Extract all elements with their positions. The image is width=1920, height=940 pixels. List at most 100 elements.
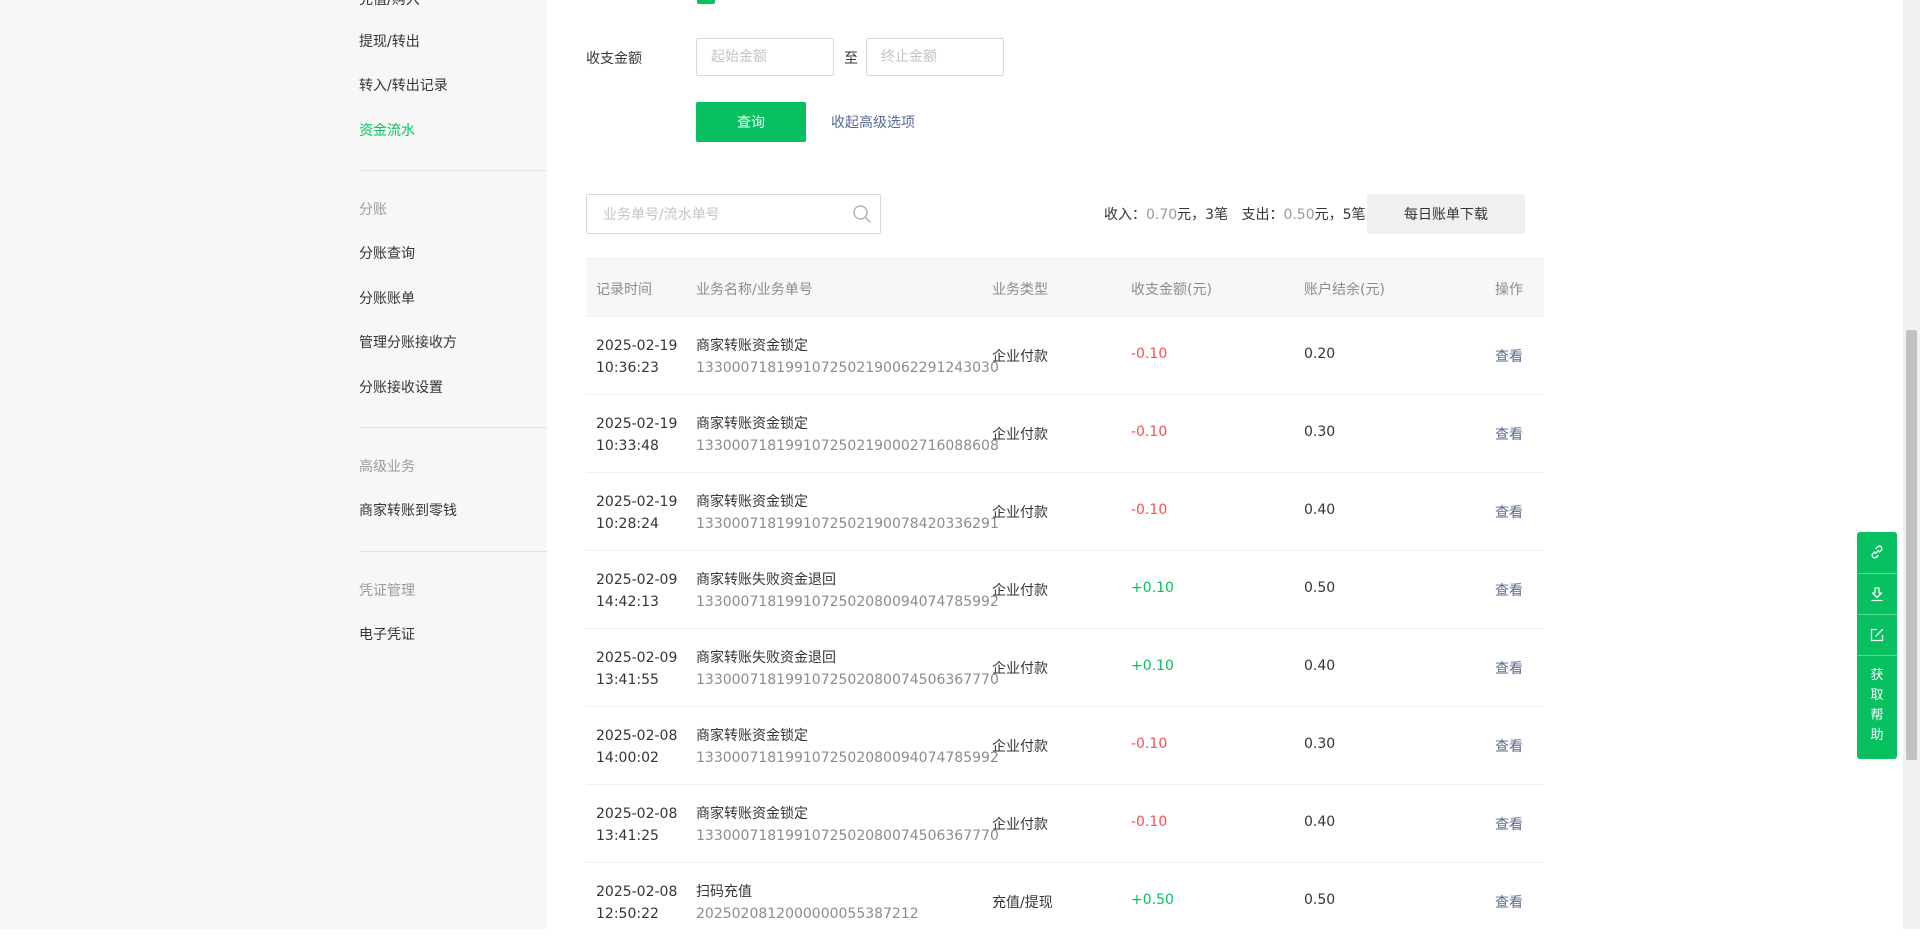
balance: 0.30 bbox=[1304, 424, 1336, 440]
business-info: 扫码充值 2025020812000000055387212 bbox=[696, 881, 919, 925]
header-record-time: 记录时间 bbox=[596, 282, 652, 298]
sidebar: 充值/购入 提现/转出 转入/转出记录 资金流水 分账 分账查询 分账账单 管理… bbox=[0, 0, 547, 929]
business-info: 商家转账资金锁定 13300071819910725021900027160886… bbox=[696, 413, 999, 457]
business-type: 企业付款 bbox=[992, 817, 1048, 833]
sidebar-item-transfer-records[interactable]: 转入/转出记录 bbox=[359, 76, 448, 96]
amount: -0.10 bbox=[1131, 346, 1168, 362]
record-date: 2025-02-08 bbox=[596, 806, 678, 822]
view-link[interactable]: 查看 bbox=[1495, 424, 1523, 444]
amount: +0.50 bbox=[1131, 892, 1174, 908]
record-clock: 10:28:24 bbox=[596, 516, 659, 532]
sidebar-group-voucher: 凭证管理 bbox=[359, 583, 415, 599]
amount: -0.10 bbox=[1131, 502, 1168, 518]
record-time: 2025-02-19 10:33:48 bbox=[596, 413, 677, 457]
help-char: 取 bbox=[1870, 688, 1884, 703]
query-button[interactable]: 查询 bbox=[696, 102, 806, 142]
sidebar-item-fund-flow[interactable]: 资金流水 bbox=[359, 121, 415, 141]
table-row: 2025-02-08 12:50:22 扫码充值 20250208120000000… bbox=[586, 863, 1544, 940]
sidebar-item-recharge[interactable]: 充值/购入 bbox=[359, 0, 420, 10]
sidebar-item-merchant-transfer[interactable]: 商家转账到零钱 bbox=[359, 501, 457, 521]
sidebar-item-e-voucher[interactable]: 电子凭证 bbox=[359, 625, 415, 645]
business-number: 1330007181991072502080074506367770 bbox=[696, 828, 999, 844]
amount: -0.10 bbox=[1131, 814, 1168, 830]
business-name: 商家转账资金锁定 bbox=[696, 494, 808, 510]
record-time: 2025-02-19 10:28:24 bbox=[596, 491, 677, 535]
search-input[interactable] bbox=[601, 195, 845, 235]
table-row: 2025-02-09 14:42:13 商家转账失败资金退回 13300071819… bbox=[586, 551, 1544, 629]
business-number: 1330007181991072502190078420336291 bbox=[696, 516, 999, 532]
checkbox[interactable] bbox=[697, 0, 715, 4]
business-type: 企业付款 bbox=[992, 661, 1048, 677]
download-button[interactable] bbox=[1857, 574, 1897, 614]
header-balance: 账户结余(元) bbox=[1304, 282, 1385, 298]
record-clock: 14:42:13 bbox=[596, 594, 659, 610]
search-icon[interactable] bbox=[852, 204, 872, 224]
header-amount: 收支金额(元) bbox=[1131, 282, 1212, 298]
sidebar-group-fenzhang: 分账 bbox=[359, 202, 387, 218]
income-label: 收入： bbox=[1104, 207, 1146, 223]
view-link[interactable]: 查看 bbox=[1495, 736, 1523, 756]
floating-toolbar: 获 取 帮 助 bbox=[1857, 532, 1897, 759]
balance: 0.40 bbox=[1304, 814, 1336, 830]
business-number: 1330007181991072502190062291243030 bbox=[696, 360, 999, 376]
business-name: 商家转账资金锁定 bbox=[696, 728, 808, 744]
sidebar-group-advanced: 高级业务 bbox=[359, 459, 415, 475]
table-row: 2025-02-08 14:00:02 商家转账资金锁定 1330007181991… bbox=[586, 707, 1544, 785]
business-info: 商家转账资金锁定 13300071819910725020800745063677… bbox=[696, 803, 999, 847]
sidebar-item-withdraw[interactable]: 提现/转出 bbox=[359, 32, 420, 52]
link-button[interactable] bbox=[1857, 532, 1897, 572]
view-link[interactable]: 查看 bbox=[1495, 658, 1523, 678]
fund-flow-table: 记录时间 业务名称/业务单号 业务类型 收支金额(元) 账户结余(元) 操作 2… bbox=[586, 258, 1544, 940]
table-row: 2025-02-19 10:36:23 商家转账资金锁定 1330007181991… bbox=[586, 317, 1544, 395]
record-time: 2025-02-08 14:00:02 bbox=[596, 725, 677, 769]
sidebar-item-fenzhang-bill[interactable]: 分账账单 bbox=[359, 289, 415, 309]
balance: 0.20 bbox=[1304, 346, 1336, 362]
balance: 0.50 bbox=[1304, 892, 1336, 908]
business-number: 1330007181991072502080094074785992 bbox=[696, 594, 999, 610]
help-char: 助 bbox=[1870, 728, 1884, 743]
collapse-advanced-link[interactable]: 收起高级选项 bbox=[831, 112, 915, 132]
get-help-button[interactable]: 获 取 帮 助 bbox=[1857, 656, 1897, 759]
record-clock: 10:33:48 bbox=[596, 438, 659, 454]
view-link[interactable]: 查看 bbox=[1495, 892, 1523, 912]
feedback-button[interactable] bbox=[1857, 615, 1897, 655]
max-amount-input[interactable] bbox=[866, 38, 1004, 76]
record-time: 2025-02-08 12:50:22 bbox=[596, 881, 677, 925]
sidebar-item-fenzhang-settings[interactable]: 分账接收设置 bbox=[359, 378, 443, 398]
business-name: 商家转账失败资金退回 bbox=[696, 572, 836, 588]
amount: -0.10 bbox=[1131, 424, 1168, 440]
help-char: 获 bbox=[1870, 668, 1884, 683]
sidebar-item-fenzhang-receivers[interactable]: 管理分账接收方 bbox=[359, 333, 457, 353]
record-clock: 14:00:02 bbox=[596, 750, 659, 766]
business-type: 企业付款 bbox=[992, 349, 1048, 365]
sidebar-item-fenzhang-query[interactable]: 分账查询 bbox=[359, 244, 415, 264]
daily-bill-download-button[interactable]: 每日账单下载 bbox=[1367, 194, 1525, 234]
sidebar-divider bbox=[359, 551, 547, 552]
business-name: 商家转账资金锁定 bbox=[696, 338, 808, 354]
download-icon bbox=[1871, 587, 1883, 602]
link-icon bbox=[1871, 545, 1883, 559]
business-name: 商家转账资金锁定 bbox=[696, 416, 808, 432]
table-row: 2025-02-09 13:41:55 商家转账失败资金退回 13300071819… bbox=[586, 629, 1544, 707]
view-link[interactable]: 查看 bbox=[1495, 814, 1523, 834]
sidebar-divider bbox=[359, 170, 547, 171]
record-clock: 12:50:22 bbox=[596, 906, 659, 922]
scrollbar-thumb[interactable] bbox=[1906, 330, 1917, 760]
record-date: 2025-02-08 bbox=[596, 884, 678, 900]
view-link[interactable]: 查看 bbox=[1495, 580, 1523, 600]
record-time: 2025-02-19 10:36:23 bbox=[596, 335, 677, 379]
business-name: 商家转账资金锁定 bbox=[696, 806, 808, 822]
expense-tail: 元，5笔 bbox=[1314, 207, 1366, 223]
view-link[interactable]: 查看 bbox=[1495, 346, 1523, 366]
header-business-name: 业务名称/业务单号 bbox=[696, 282, 813, 298]
view-link[interactable]: 查看 bbox=[1495, 502, 1523, 522]
record-date: 2025-02-19 bbox=[596, 416, 678, 432]
min-amount-input[interactable] bbox=[696, 38, 834, 76]
balance: 0.40 bbox=[1304, 658, 1336, 674]
search-box bbox=[586, 194, 881, 235]
record-date: 2025-02-09 bbox=[596, 650, 678, 666]
income-amount: 0.70 bbox=[1146, 207, 1178, 223]
help-char: 帮 bbox=[1870, 708, 1884, 723]
record-clock: 13:41:25 bbox=[596, 828, 659, 844]
business-info: 商家转账失败资金退回 133000718199107250208009407478… bbox=[696, 569, 999, 613]
